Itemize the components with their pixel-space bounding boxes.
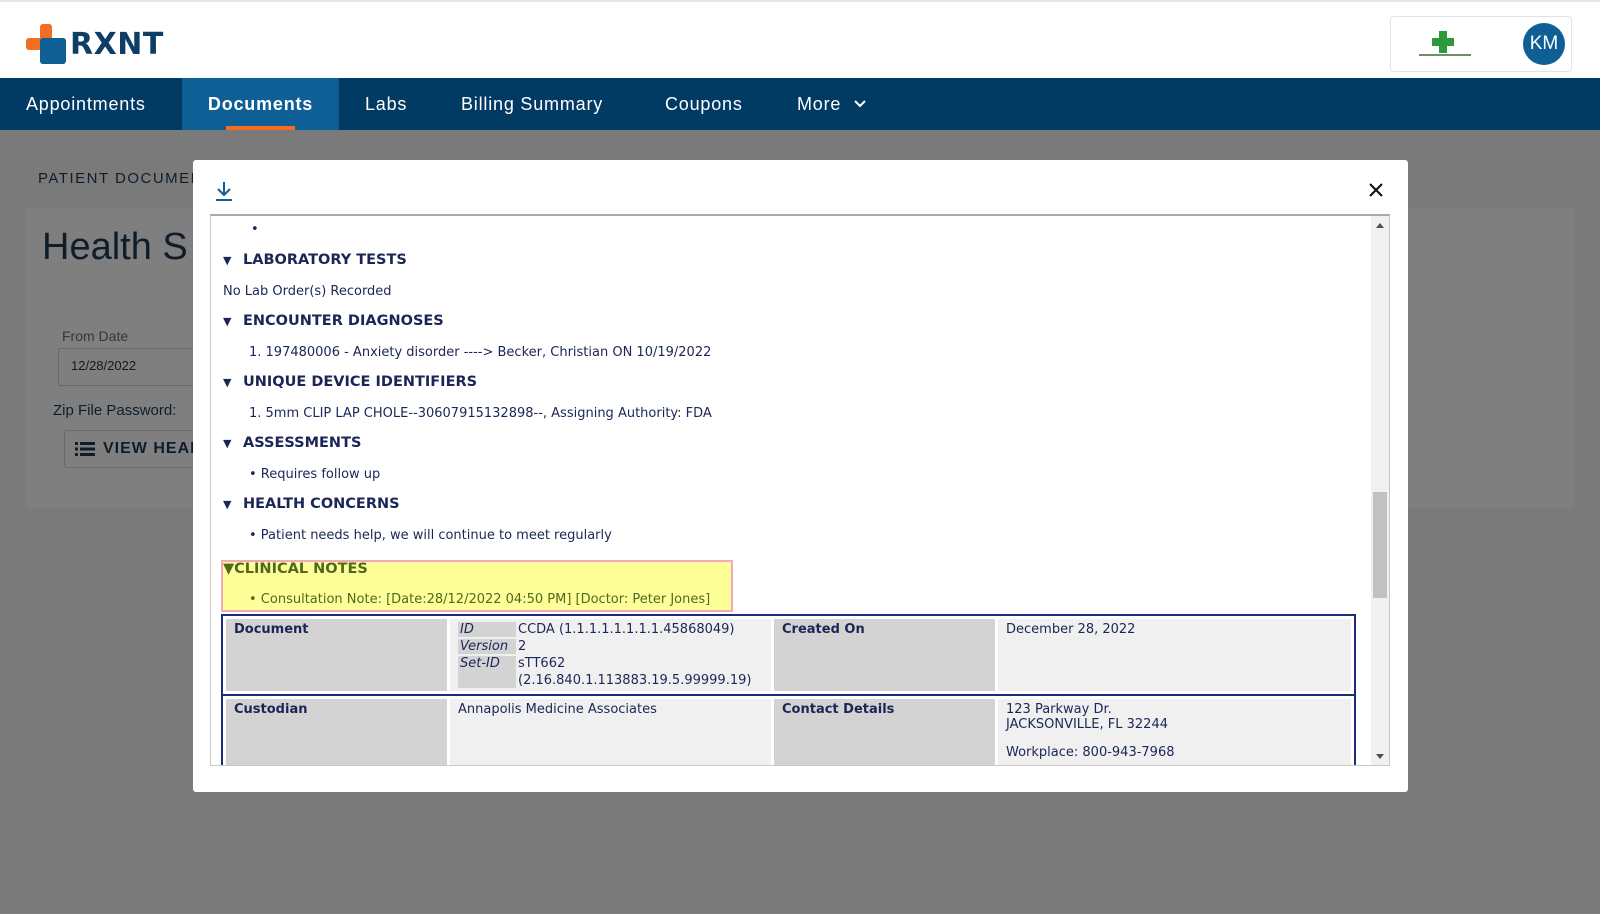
contact-details-label: Contact Details <box>774 699 995 765</box>
list-item: • Patient needs help, we will continue t… <box>249 528 612 543</box>
ccda-document: • ▼ LABORATORY TESTS No Lab Order(s) Reco… <box>211 216 1367 765</box>
close-icon[interactable] <box>1364 178 1388 202</box>
contact-address-line2: JACKSONVILLE, FL 32244 <box>1006 717 1168 732</box>
list-item: 1. 197480006 - Anxiety disorder ----> Be… <box>249 345 712 360</box>
id-label: ID <box>458 622 516 637</box>
clinic-logo <box>1419 31 1471 56</box>
setid-label: Set-ID <box>458 656 516 688</box>
nav-labs[interactable]: Labs <box>365 78 407 130</box>
account-menu[interactable]: KM <box>1390 16 1572 72</box>
setid-oid: (2.16.840.1.113883.19.5.99999.19) <box>518 673 752 688</box>
triangle-down-icon: ▼ <box>223 437 232 450</box>
nav-billing-summary[interactable]: Billing Summary <box>461 78 603 130</box>
nav-documents[interactable]: Documents <box>182 78 339 130</box>
section-title: UNIQUE DEVICE IDENTIFIERS <box>243 374 478 390</box>
section-title: ASSESSMENTS <box>243 435 362 451</box>
main-nav: Appointments Documents Labs Billing Summ… <box>0 78 1600 130</box>
top-header: RXNT KM <box>0 0 1600 78</box>
nav-coupons[interactable]: Coupons <box>665 78 743 130</box>
section-clinical-notes[interactable]: ▼CLINICAL NOTES <box>223 561 368 577</box>
section-encounter-diagnoses[interactable]: ▼ ENCOUNTER DIAGNOSES <box>223 313 444 329</box>
avatar[interactable]: KM <box>1523 23 1565 65</box>
document-id-cell: ID CCDA (1.1.1.1.1.1.1.1.45868049) Versi… <box>450 619 771 691</box>
scroll-down-icon[interactable] <box>1371 748 1389 764</box>
version-value: 2 <box>518 639 527 654</box>
contact-details-value: 123 Parkway Dr. JACKSONVILLE, FL 32244 W… <box>998 699 1351 765</box>
nav-more[interactable]: More <box>797 78 867 130</box>
section-title: LABORATORY TESTS <box>243 252 407 268</box>
nav-coupons-label: Coupons <box>665 93 743 114</box>
rxnt-logo[interactable]: RXNT <box>26 24 164 64</box>
triangle-down-icon: ▼ <box>223 561 235 577</box>
brand-name: RXNT <box>70 26 164 62</box>
list-item: No Lab Order(s) Recorded <box>223 284 392 299</box>
list-item: • Requires follow up <box>249 467 381 482</box>
contact-address-line1: 123 Parkway Dr. <box>1006 702 1112 717</box>
triangle-down-icon: ▼ <box>223 376 232 389</box>
nav-more-label: More <box>797 93 842 114</box>
version-label: Version <box>458 639 516 654</box>
triangle-down-icon: ▼ <box>223 498 232 511</box>
list-item: • Consultation Note: [Date:28/12/2022 04… <box>249 592 711 607</box>
vertical-scrollbar[interactable] <box>1371 216 1389 765</box>
nav-appointments-label: Appointments <box>26 93 146 114</box>
nav-labs-label: Labs <box>365 93 408 114</box>
section-title: CLINICAL NOTES <box>234 561 368 577</box>
nav-appointments[interactable]: Appointments <box>0 78 182 130</box>
custodian-label: Custodian <box>226 699 447 765</box>
section-title: ENCOUNTER DIAGNOSES <box>243 313 444 329</box>
list-bullet: • <box>251 222 259 237</box>
section-title: HEALTH CONCERNS <box>243 496 400 512</box>
contact-phone: Workplace: 800-943-7968 <box>1006 745 1175 760</box>
section-assessments[interactable]: ▼ ASSESSMENTS <box>223 435 361 451</box>
document-label: Document <box>226 619 447 691</box>
list-item: 1. 5mm CLIP LAP CHOLE--30607915132898--,… <box>249 406 712 421</box>
scrollbar-thumb[interactable] <box>1373 492 1387 598</box>
custodian-table: Custodian Annapolis Medicine Associates … <box>221 694 1356 765</box>
custodian-value: Annapolis Medicine Associates <box>450 699 771 765</box>
document-viewer-modal: • ▼ LABORATORY TESTS No Lab Order(s) Reco… <box>193 160 1408 792</box>
section-unique-device-identifiers[interactable]: ▼ UNIQUE DEVICE IDENTIFIERS <box>223 374 477 390</box>
download-icon[interactable] <box>213 180 235 202</box>
rxnt-cross-icon <box>26 24 66 64</box>
section-laboratory-tests[interactable]: ▼ LABORATORY TESTS <box>223 252 407 268</box>
nav-billing-summary-label: Billing Summary <box>461 93 604 114</box>
setid-value: sTT662 <box>518 656 566 671</box>
id-value: CCDA (1.1.1.1.1.1.1.1.45868049) <box>518 622 735 637</box>
nav-documents-label: Documents <box>207 93 314 114</box>
document-meta-table: Document ID CCDA (1.1.1.1.1.1.1.1.458680… <box>221 614 1356 696</box>
section-health-concerns[interactable]: ▼ HEALTH CONCERNS <box>223 496 400 512</box>
created-on-label: Created On <box>774 619 995 691</box>
triangle-down-icon: ▼ <box>223 315 232 328</box>
chevron-down-icon <box>854 100 866 108</box>
triangle-down-icon: ▼ <box>223 254 232 267</box>
scroll-up-icon[interactable] <box>1371 218 1389 234</box>
created-on-value: December 28, 2022 <box>998 619 1351 691</box>
document-frame[interactable]: • ▼ LABORATORY TESTS No Lab Order(s) Reco… <box>210 214 1390 766</box>
